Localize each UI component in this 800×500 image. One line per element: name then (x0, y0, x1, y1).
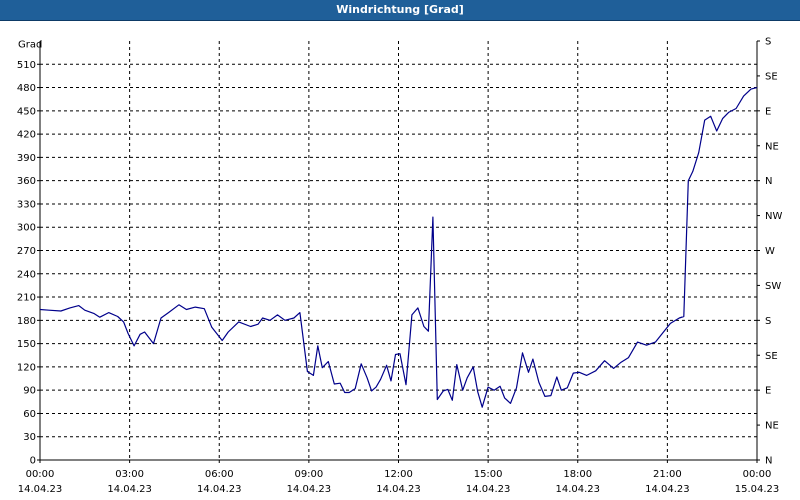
y-tick-label: 60 (23, 409, 36, 420)
wind-direction-chart: 0 30 60 90 120 150 180 210 240 270 300 330 360 390 420… (17, 37, 783, 496)
y-tick-label: 90 (23, 386, 36, 397)
y-tick-label: 210 (17, 293, 36, 304)
x-tick-time-label: 09:00 (294, 469, 323, 480)
x-tick-date-label: 14.04.23 (376, 484, 421, 495)
right-tick-label: E (765, 386, 771, 397)
x-tick-time-label: 15:00 (474, 469, 503, 480)
x-tick-date-label: 15.04.23 (735, 484, 780, 495)
x-tick-date-label: 14.04.23 (18, 484, 63, 495)
x-tick-time-label: 00:00 (26, 469, 55, 480)
y-tick-label: 360 (17, 176, 36, 187)
y-tick-label: 270 (17, 246, 36, 257)
right-tick-label: NE (765, 141, 779, 152)
y-tick-label: 120 (17, 362, 36, 373)
x-tick-date-label: 14.04.23 (466, 484, 511, 495)
y-tick-label: 150 (17, 339, 36, 350)
x-tick-date-label: 14.04.23 (107, 484, 152, 495)
y-tick-label: 330 (17, 199, 36, 210)
x-tick-time-label: 18:00 (563, 469, 592, 480)
right-tick-label: S (765, 316, 771, 327)
y-tick-label: 420 (17, 130, 36, 141)
x-tick-time-label: 03:00 (115, 469, 144, 480)
grid-lines (40, 41, 757, 460)
right-tick-label: N (765, 176, 772, 187)
y-tick-label: 240 (17, 269, 36, 280)
right-tick-label: W (765, 246, 775, 257)
x-tick-date-label: 14.04.23 (645, 484, 690, 495)
right-tick-label: S (765, 37, 771, 48)
right-tick-label: SE (765, 351, 778, 362)
y-tick-label: 180 (17, 316, 36, 327)
y-tick-label: 300 (17, 223, 36, 234)
x-tick-time-label: 06:00 (205, 469, 234, 480)
x-tick-time-label: 12:00 (384, 469, 413, 480)
y-tick-label: 450 (17, 106, 36, 117)
x-tick-time-label: 00:00 (743, 469, 772, 480)
y-tick-label: 30 (23, 432, 36, 443)
right-tick-label: N (765, 456, 772, 467)
x-tick-date-label: 14.04.23 (197, 484, 242, 495)
y-tick-label: 390 (17, 153, 36, 164)
x-tick-time-label: 21:00 (653, 469, 682, 480)
right-tick-label: NE (765, 421, 779, 432)
y-tick-label: 480 (17, 83, 36, 94)
x-tick-date-label: 14.04.23 (555, 484, 600, 495)
y-axis-label: Grad (18, 40, 42, 51)
right-tick-label: E (765, 106, 771, 117)
right-tick-label: SE (765, 71, 778, 82)
y-tick-label: 510 (17, 60, 36, 71)
right-tick-label: SW (765, 281, 781, 292)
x-tick-date-label: 14.04.23 (287, 484, 332, 495)
y-tick-label: 0 (30, 456, 36, 467)
right-tick-label: NW (765, 211, 782, 222)
